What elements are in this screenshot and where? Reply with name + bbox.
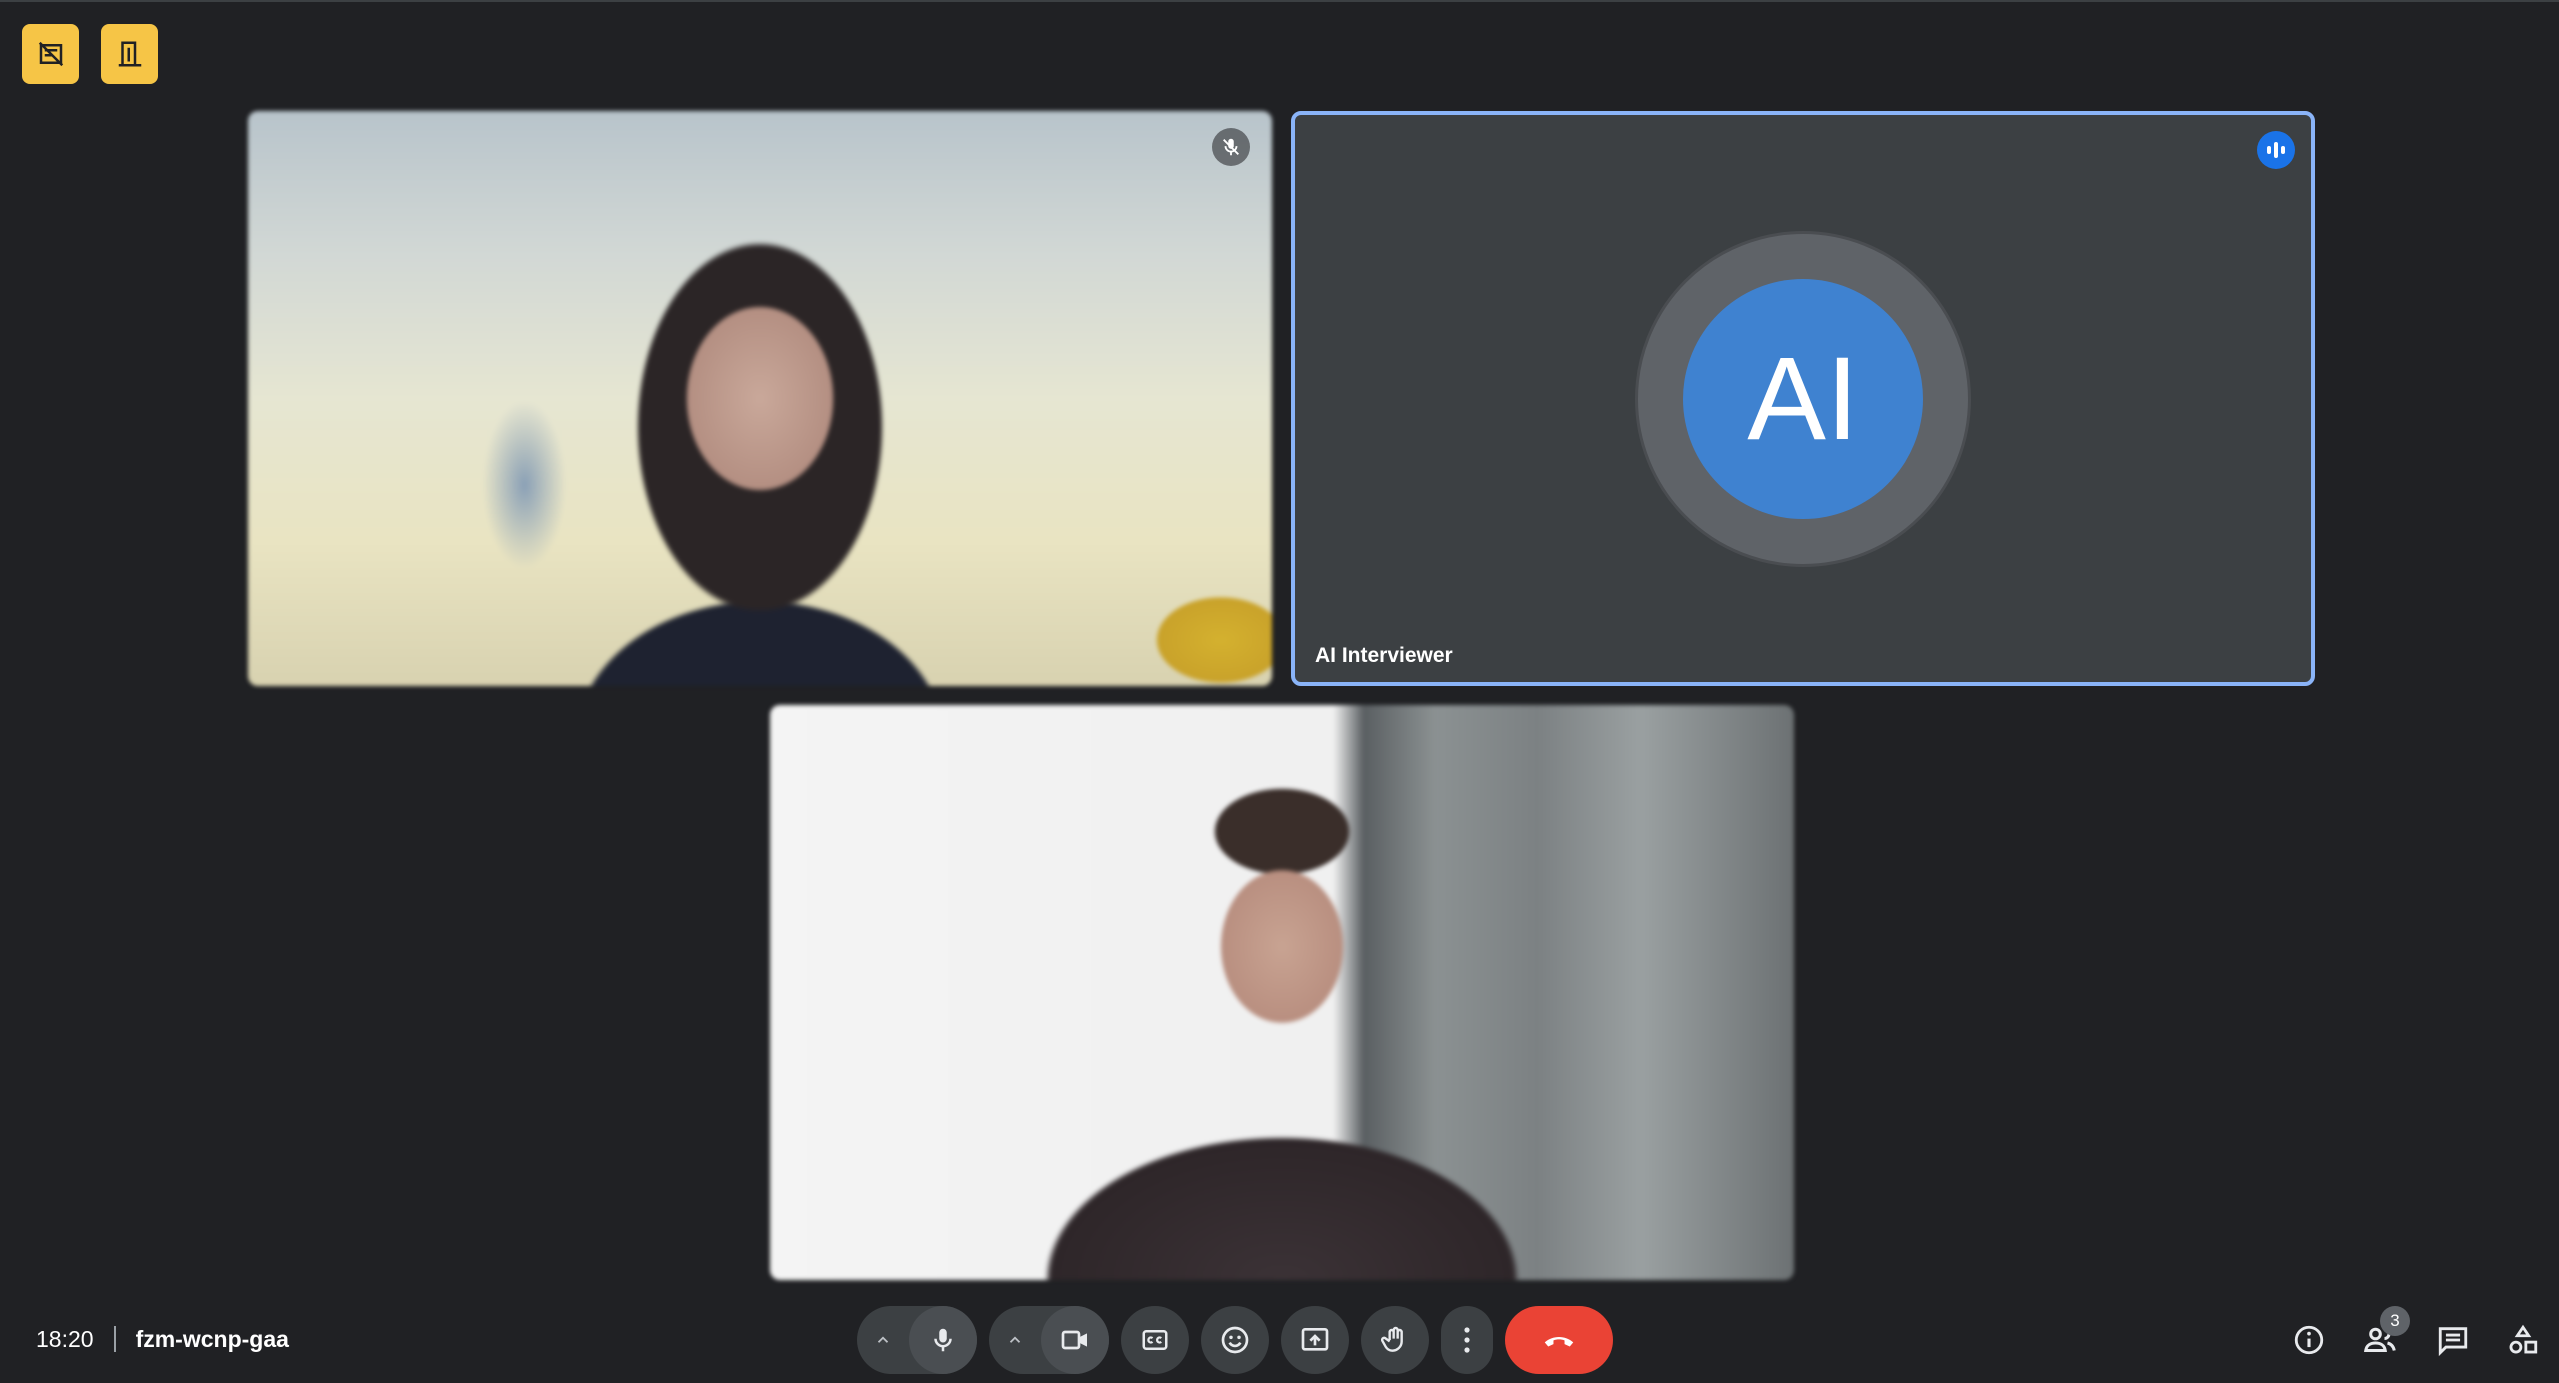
captions-icon: [1142, 1330, 1168, 1350]
avatar: AI: [1683, 278, 1923, 519]
emoji-icon: [1221, 1326, 1249, 1354]
audio-options-button[interactable]: [857, 1306, 909, 1374]
meeting-code[interactable]: fzm-wcnp-gaa: [136, 1326, 289, 1353]
recording-badge[interactable]: [22, 24, 79, 84]
participant-video-tile-1[interactable]: [248, 111, 1272, 686]
info-icon: [2294, 1325, 2324, 1355]
leave-call-button[interactable]: [1505, 1306, 1613, 1374]
no-recording-icon: [38, 41, 63, 67]
activities-button[interactable]: [2503, 1320, 2543, 1360]
call-controls: [857, 1306, 1613, 1374]
camera-icon: [1061, 1330, 1087, 1350]
more-options-button[interactable]: [1441, 1306, 1493, 1374]
chat-icon: [2438, 1327, 2468, 1357]
raise-hand-icon: [1380, 1326, 1403, 1352]
raise-hand-button[interactable]: [1361, 1306, 1429, 1374]
microphone-icon: [934, 1328, 952, 1352]
divider: [113, 1326, 116, 1352]
participant-video-tile-2[interactable]: [770, 705, 1794, 1280]
side-panel-toggles: 3: [2279, 1306, 2559, 1374]
meeting-info-button[interactable]: [2289, 1320, 2329, 1360]
audio-control-group: [857, 1306, 977, 1374]
ai-interviewer-tile[interactable]: AI AI Interviewer: [1291, 111, 2315, 686]
chevron-up-icon: [1009, 1336, 1021, 1343]
clock-time: 18:20: [36, 1325, 94, 1352]
meeting-details: 18:20 fzm-wcnp-gaa: [36, 1322, 289, 1356]
chevron-up-icon: [877, 1336, 889, 1343]
door-exit-icon: [118, 41, 141, 67]
activities-icon: [2509, 1324, 2538, 1354]
captions-button[interactable]: [1121, 1306, 1189, 1374]
participant-count-badge: 3: [2380, 1306, 2410, 1336]
more-options-icon: [1464, 1327, 1470, 1353]
mic-muted-icon: [1212, 128, 1250, 166]
present-screen-icon: [1301, 1328, 1329, 1351]
people-button[interactable]: 3: [2360, 1306, 2410, 1360]
camera-button[interactable]: [1041, 1306, 1109, 1374]
video-control-group: [989, 1306, 1109, 1374]
speaking-indicator-icon: [2257, 131, 2295, 169]
video-options-button[interactable]: [989, 1306, 1041, 1374]
end-call-icon: [1544, 1337, 1574, 1347]
reactions-button[interactable]: [1201, 1306, 1269, 1374]
avatar-ring: AI: [1635, 230, 1971, 567]
companion-badge[interactable]: [101, 24, 158, 84]
chat-button[interactable]: [2433, 1320, 2473, 1360]
present-button[interactable]: [1281, 1306, 1349, 1374]
meeting-stage: AI AI Interviewer 18:20 fzm-wcnp-gaa 3: [0, 0, 2559, 1383]
participant-name: AI Interviewer: [1315, 644, 1453, 667]
microphone-button[interactable]: [909, 1306, 977, 1374]
